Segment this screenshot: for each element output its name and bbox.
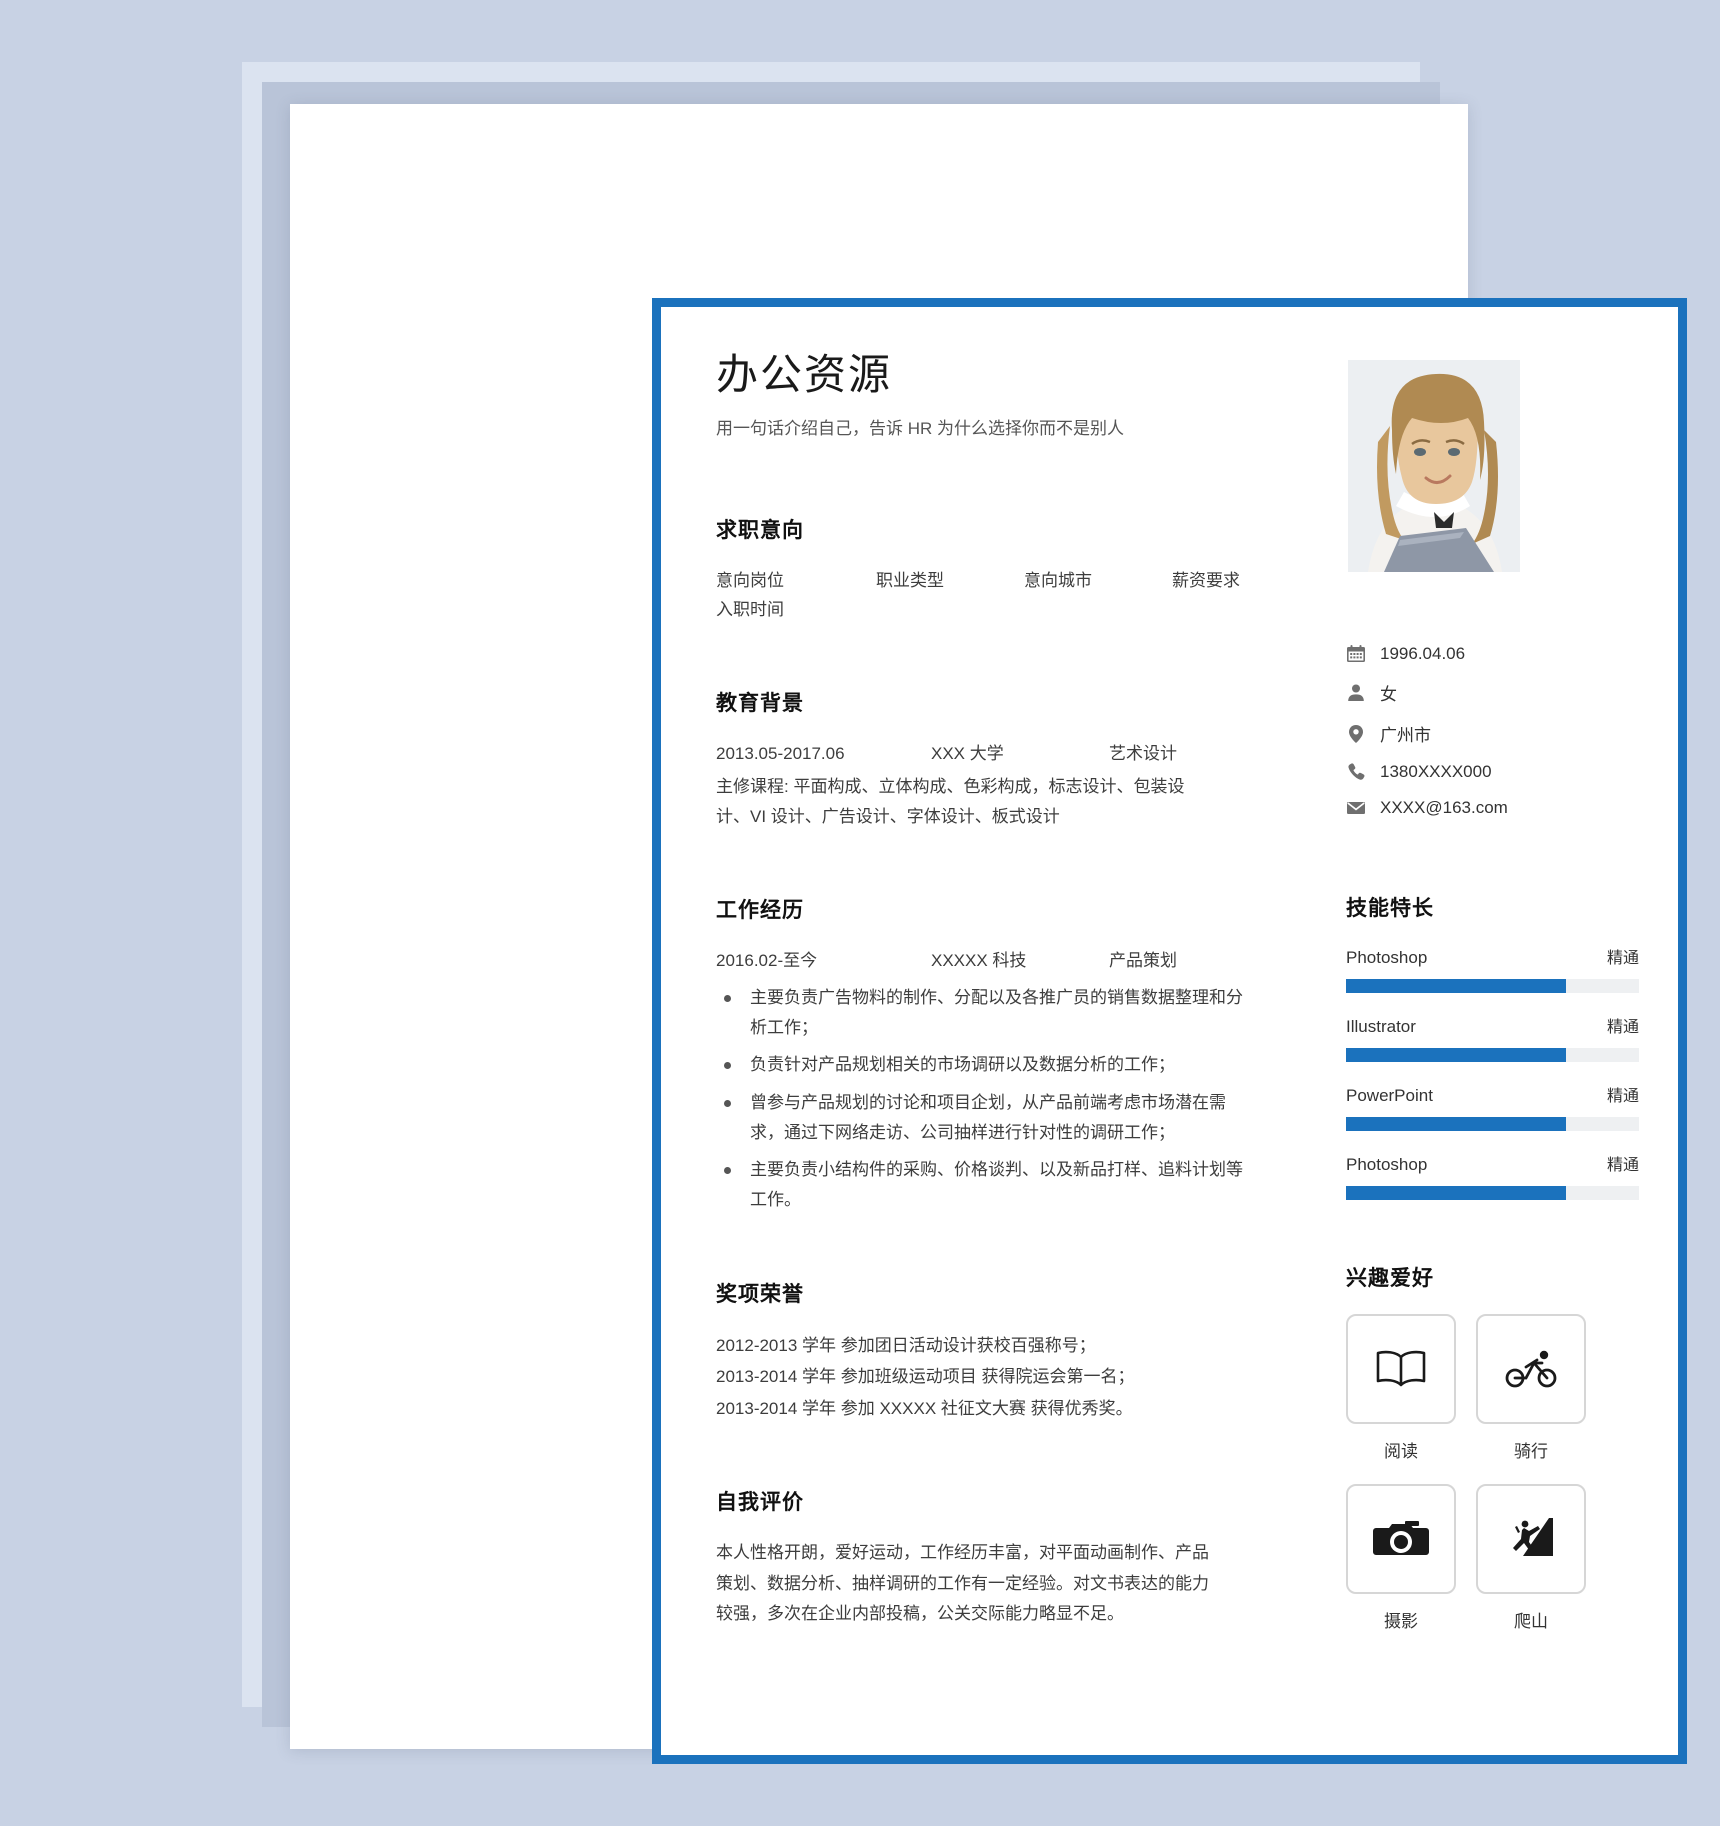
candidate-name: 办公资源 [716,351,893,398]
hobby-item-cycling: 骑行 [1476,1314,1586,1462]
resume-side-column: 1996.04.06 女 广州市 1380XXXX000 XXXX@163.co… [1316,352,1639,1726]
award-item: 2013-2014 学年 参加班级运动项目 获得院运会第一名； [716,1367,1135,1387]
section-title-job-intention: 求职意向 [716,518,804,542]
section-title-self-evaluation: 自我评价 [716,1490,804,1514]
job-intention-row-1: 意向岗位 职业类型 意向城市 薪资要求 [716,566,1296,596]
skill-progress-fill [1346,979,1566,993]
resume-main-column: 办公资源 用一句话介绍自己，告诉 HR 为什么选择你而不是别人 求职意向 意向岗… [716,351,1316,1726]
skill-item: Illustrator 精通 [1346,1013,1639,1062]
hobby-label: 爬山 [1514,1612,1548,1631]
hobby-item-climbing: 爬山 [1476,1484,1586,1632]
experience-company: XXXXX 科技 [931,951,1027,971]
hobby-label: 摄影 [1384,1612,1418,1631]
section-work-experience: 工作经历 2016.02-至今 XXXXX 科技 产品策划 主要负责广告物料的制… [716,894,1296,1215]
section-hobbies: 兴趣爱好 阅读 骑行 摄影 爬山 [1340,1262,1639,1632]
section-title-education: 教育背景 [716,692,804,716]
skill-progress-fill [1346,1048,1566,1062]
skill-item: PowerPoint 精通 [1346,1082,1639,1131]
skill-progress-track [1346,979,1639,993]
hobby-icon-box [1476,1314,1586,1424]
resume-page: 办公资源 用一句话介绍自己，告诉 HR 为什么选择你而不是别人 求职意向 意向岗… [290,104,1687,1764]
skill-item: Photoshop 精通 [1346,1151,1639,1200]
award-item: 2012-2013 学年 参加团日活动设计获校百强称号； [716,1335,1096,1355]
resume-blue-frame: 办公资源 用一句话介绍自己，告诉 HR 为什么选择你而不是别人 求职意向 意向岗… [652,298,1687,1764]
experience-bullet: 负责针对产品规划相关的市场调研以及数据分析的工作； [716,1050,1250,1080]
education-period: 2013.05-2017.06 [716,744,845,764]
skill-level: 精通 [1606,950,1639,967]
skill-level: 精通 [1606,1088,1639,1105]
contact-row-gender: 女 [1346,680,1639,705]
education-courses: 主修课程: 平面构成、立体构成、色彩构成，标志设计、包装设计、VI 设计、广告设… [716,776,1185,827]
contact-value-phone: 1380XXXX000 [1380,762,1492,781]
section-self-evaluation: 自我评价 本人性格开朗，爱好运动，工作经历丰富，对平面动画制作、产品策划、数据分… [716,1486,1296,1630]
camera-icon [1373,1517,1429,1561]
skill-progress-fill [1346,1186,1566,1200]
experience-role: 产品策划 [1109,951,1177,971]
skill-item: Photoshop 精通 [1346,944,1639,993]
job-intention-row-2: 入职时间 [716,595,1296,625]
experience-bullet: 主要负责广告物料的制作、分配以及各推广员的销售数据整理和分析工作； [716,983,1250,1044]
candidate-tagline: 用一句话介绍自己，告诉 HR 为什么选择你而不是别人 [716,419,1124,439]
contact-row-email: XXXX@163.com [1346,798,1639,818]
education-major: 艺术设计 [1109,744,1177,764]
contact-row-phone: 1380XXXX000 [1346,762,1639,782]
climbing-icon [1505,1516,1557,1562]
skill-progress-track [1346,1186,1639,1200]
skill-level: 精通 [1606,1157,1639,1174]
section-title-experience: 工作经历 [716,899,804,923]
phone-icon [1346,762,1380,782]
hobby-label: 骑行 [1514,1442,1548,1461]
hobby-item-reading: 阅读 [1346,1314,1456,1462]
section-job-intention: 求职意向 意向岗位 职业类型 意向城市 薪资要求 入职时间 [716,514,1296,626]
job-intention-field-salary: 薪资要求 [1172,570,1240,590]
candidate-photo [1348,360,1520,572]
cyclist-icon [1504,1347,1558,1391]
job-intention-field-city: 意向城市 [1024,570,1092,590]
envelope-icon [1346,798,1380,818]
job-intention-field-type: 职业类型 [876,570,944,590]
skill-name: PowerPoint [1346,1086,1433,1105]
section-title-awards: 奖项荣誉 [716,1282,804,1306]
hobby-icon-box [1346,1484,1456,1594]
contact-list: 1996.04.06 女 广州市 1380XXXX000 XXXX@163.co… [1340,644,1639,818]
contact-value-birthdate: 1996.04.06 [1380,644,1466,663]
section-title-skills: 技能特长 [1346,897,1434,920]
section-awards: 奖项荣誉 2012-2013 学年 参加团日活动设计获校百强称号； 2013-2… [716,1278,1296,1424]
hobby-item-photography: 摄影 [1346,1484,1456,1632]
job-intention-field-start-date: 入职时间 [716,600,784,620]
hobby-icon-box [1346,1314,1456,1424]
person-icon [1346,683,1380,703]
experience-bullet: 主要负责小结构件的采购、价格谈判、以及新品打样、追料计划等工作。 [716,1155,1250,1216]
hobby-icon-box [1476,1484,1586,1594]
skill-name: Photoshop [1346,1155,1428,1174]
education-row: 2013.05-2017.06 XXX 大学 艺术设计 [716,739,1296,770]
experience-row: 2016.02-至今 XXXXX 科技 产品策划 [716,946,1296,977]
experience-bullet: 曾参与产品规划的讨论和项目企划，从产品前端考虑市场潜在需求，通过下网络走访、公司… [716,1088,1250,1149]
job-intention-field-position: 意向岗位 [716,570,784,590]
skill-progress-track [1346,1117,1639,1131]
calendar-icon [1346,644,1380,664]
section-title-hobbies: 兴趣爱好 [1346,1267,1434,1290]
hobby-label: 阅读 [1384,1442,1418,1461]
self-evaluation-text: 本人性格开朗，爱好运动，工作经历丰富，对平面动画制作、产品策划、数据分析、抽样调… [716,1542,1209,1624]
book-icon [1374,1347,1428,1391]
skill-name: Photoshop [1346,948,1428,967]
skill-progress-fill [1346,1117,1566,1131]
contact-value-city: 广州市 [1380,726,1431,745]
contact-row-birthdate: 1996.04.06 [1346,644,1639,664]
education-school: XXX 大学 [931,744,1004,764]
experience-bullet-list: 主要负责广告物料的制作、分配以及各推广员的销售数据整理和分析工作； 负责针对产品… [716,983,1296,1216]
skill-name: Illustrator [1346,1017,1416,1036]
section-skills: 技能特长 Photoshop 精通 Illustrator 精通 PowerPo… [1340,892,1639,1200]
award-item: 2013-2014 学年 参加 XXXXX 社征文大赛 获得优秀奖。 [716,1398,1133,1418]
experience-period: 2016.02-至今 [716,951,818,971]
location-pin-icon [1346,724,1380,744]
contact-value-email: XXXX@163.com [1380,798,1508,817]
skill-progress-track [1346,1048,1639,1062]
contact-value-gender: 女 [1380,685,1397,704]
contact-row-city: 广州市 [1346,721,1639,746]
skill-level: 精通 [1606,1019,1639,1036]
section-education: 教育背景 2013.05-2017.06 XXX 大学 艺术设计 主修课程: 平… [716,687,1296,832]
